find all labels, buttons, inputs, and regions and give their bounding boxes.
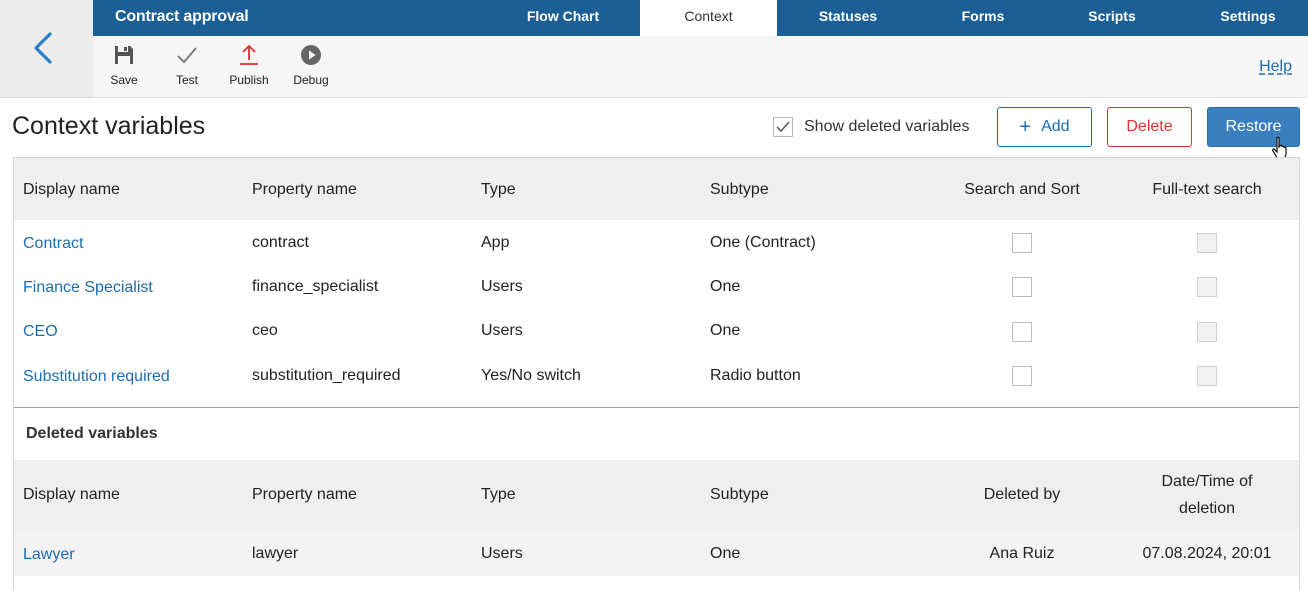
add-button[interactable]: + Add <box>997 107 1092 147</box>
variable-subtype: One (Contract) <box>710 234 816 251</box>
save-icon <box>94 42 154 68</box>
restore-button[interactable]: Restore <box>1207 107 1300 147</box>
col-subtype[interactable]: Subtype <box>710 486 769 504</box>
deleted-at: 07.08.2024, 20:01 <box>1142 545 1272 562</box>
deleted-by: Ana Ruiz <box>989 545 1055 562</box>
col-deletion-time-line2: deletion <box>1178 500 1236 517</box>
col-search-sort[interactable]: Search and Sort <box>942 181 1102 199</box>
deleted-subtype: One <box>710 545 741 562</box>
col-full-text[interactable]: Full-text search <box>1127 181 1287 199</box>
deleted-table-header: Display name Property name Type Subtype … <box>14 460 1299 532</box>
variable-property-name: substitution_required <box>252 367 401 384</box>
variables-table-header: Display name Property name Type Subtype … <box>14 158 1299 220</box>
tab-context[interactable]: Context <box>640 0 777 36</box>
search-sort-checkbox[interactable] <box>1012 366 1032 386</box>
variable-property-name: finance_specialist <box>252 278 379 295</box>
app-title: Contract approval <box>115 8 249 25</box>
variable-type: App <box>481 234 510 251</box>
toolbar: Save Test Publish Debug Help <box>93 36 1308 98</box>
col-display-name[interactable]: Display name <box>23 181 120 199</box>
help-link[interactable]: Help <box>1259 58 1292 76</box>
variable-subtype: Radio button <box>710 367 801 384</box>
variable-display-name-link[interactable]: Contract <box>23 235 83 253</box>
save-button[interactable]: Save <box>94 42 154 87</box>
col-deleted-by[interactable]: Deleted by <box>942 486 1102 504</box>
delete-button[interactable]: Delete <box>1107 107 1192 147</box>
deleted-table-row[interactable]: Lawyer lawyer Users One Ana Ruiz 07.08.2… <box>14 532 1299 576</box>
top-navbar: Contract approval Flow Chart Context Sta… <box>93 0 1308 36</box>
section-divider <box>14 407 1299 408</box>
back-panel <box>0 0 93 98</box>
play-icon <box>281 42 341 68</box>
tab-settings[interactable]: Settings <box>1188 0 1308 36</box>
col-deletion-time-line1[interactable]: Date/Time of <box>1127 473 1287 491</box>
col-display-name[interactable]: Display name <box>23 486 120 504</box>
tab-flow-chart[interactable]: Flow Chart <box>498 0 628 36</box>
show-deleted-label: Show deleted variables <box>804 118 970 135</box>
upload-icon <box>219 42 279 68</box>
variable-property-name: contract <box>252 234 309 251</box>
variable-property-name: ceo <box>252 322 278 339</box>
show-deleted-toggle[interactable]: Show deleted variables <box>773 117 969 137</box>
variable-subtype: One <box>710 322 741 339</box>
variables-panel: Display name Property name Type Subtype … <box>13 157 1300 590</box>
checkmark-icon <box>157 42 217 68</box>
variable-subtype: One <box>710 278 741 295</box>
show-deleted-checkbox[interactable] <box>773 117 793 137</box>
full-text-checkbox <box>1197 366 1217 386</box>
deleted-type: Users <box>481 545 523 562</box>
variable-type: Users <box>481 322 523 339</box>
publish-label: Publish <box>229 73 269 87</box>
col-type[interactable]: Type <box>481 181 516 199</box>
debug-button[interactable]: Debug <box>281 42 341 87</box>
test-button[interactable]: Test <box>157 42 217 87</box>
variable-type: Users <box>481 278 523 295</box>
add-label: Add <box>1041 118 1070 135</box>
col-subtype[interactable]: Subtype <box>710 181 769 199</box>
variable-display-name-link[interactable]: CEO <box>23 323 58 341</box>
tab-scripts[interactable]: Scripts <box>1053 0 1171 36</box>
deleted-property-name: lawyer <box>252 545 299 562</box>
col-type[interactable]: Type <box>481 486 516 504</box>
search-sort-checkbox[interactable] <box>1012 233 1032 253</box>
save-label: Save <box>110 73 138 87</box>
debug-label: Debug <box>293 73 329 87</box>
variable-type: Yes/No switch <box>481 367 581 384</box>
variable-display-name-link[interactable]: Substitution required <box>23 368 170 386</box>
tab-forms[interactable]: Forms <box>923 0 1043 36</box>
tab-statuses[interactable]: Statuses <box>783 0 913 36</box>
variable-display-name-link[interactable]: Finance Specialist <box>23 279 153 297</box>
plus-icon: + <box>1019 116 1032 138</box>
full-text-checkbox <box>1197 233 1217 253</box>
publish-button[interactable]: Publish <box>219 42 279 87</box>
deleted-display-name-link[interactable]: Lawyer <box>23 546 75 564</box>
col-property-name[interactable]: Property name <box>252 486 357 504</box>
search-sort-checkbox[interactable] <box>1012 277 1032 297</box>
test-label: Test <box>175 73 198 87</box>
col-property-name[interactable]: Property name <box>252 181 357 199</box>
page-title: Context variables <box>12 112 206 140</box>
search-sort-checkbox[interactable] <box>1012 322 1032 342</box>
back-arrow-icon[interactable] <box>30 30 58 66</box>
full-text-checkbox <box>1197 277 1217 297</box>
full-text-checkbox <box>1197 322 1217 342</box>
checkmark-icon <box>776 121 790 133</box>
deleted-section-title: Deleted variables <box>26 425 158 442</box>
